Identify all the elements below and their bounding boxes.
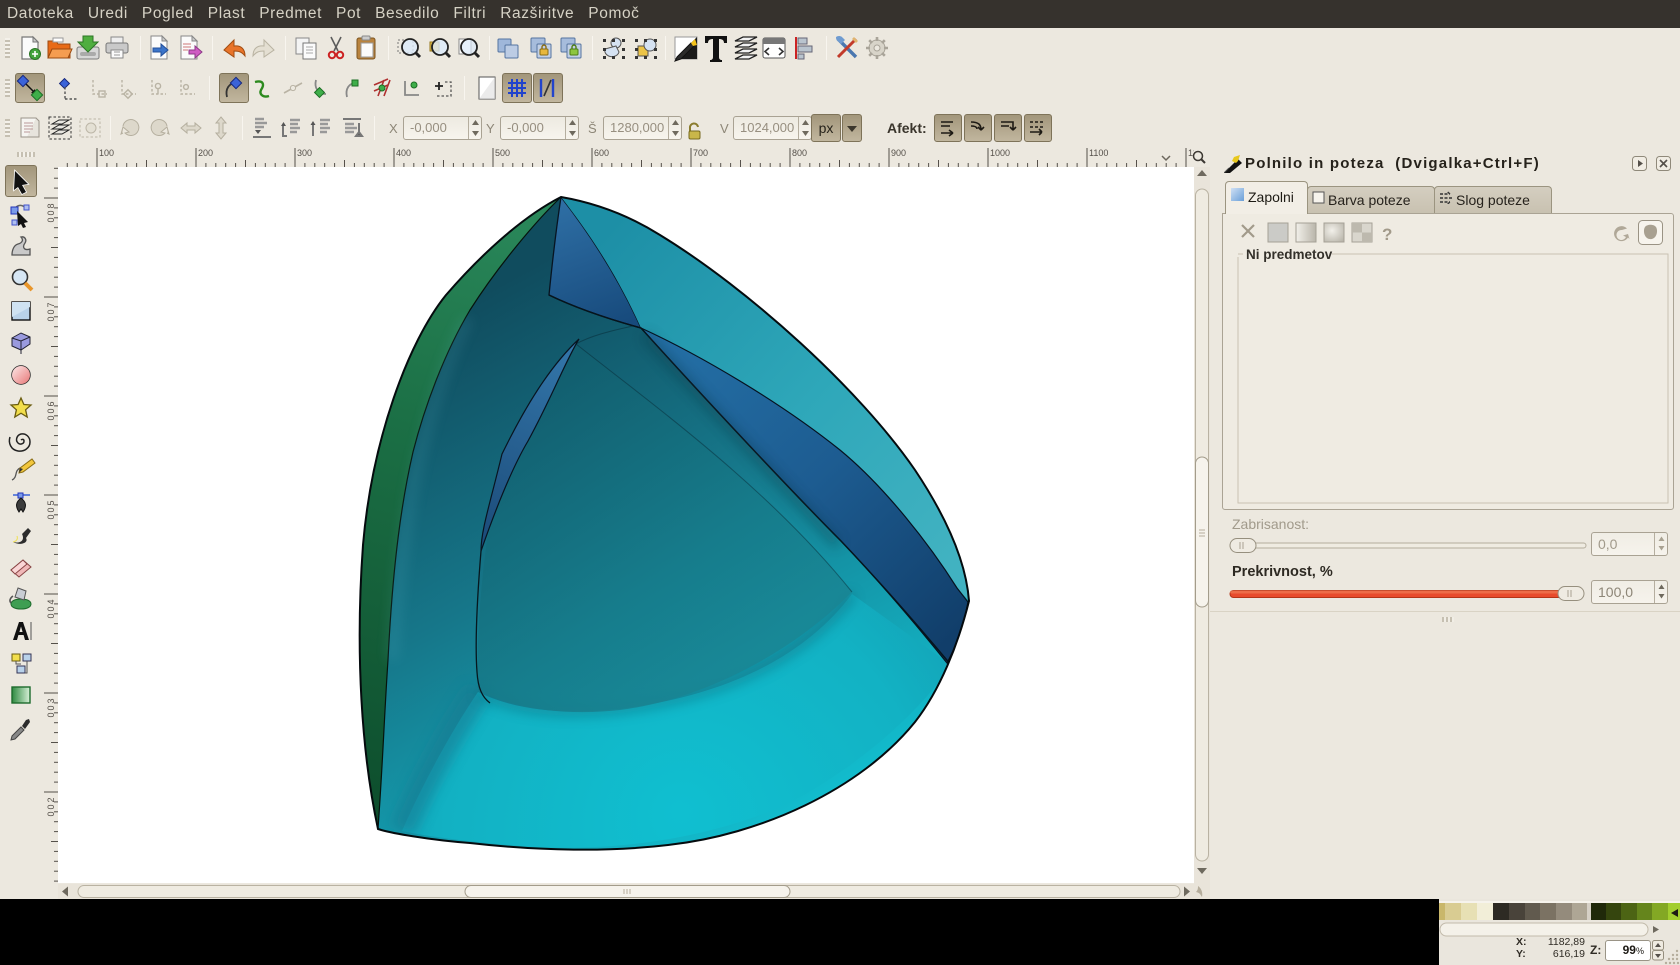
svg-text:800: 800 <box>792 148 807 158</box>
svg-text:300: 300 <box>297 148 312 158</box>
svg-text:0: 0 <box>46 507 56 512</box>
svg-text:0: 0 <box>46 316 56 321</box>
svg-text:0: 0 <box>46 408 56 413</box>
svg-text:2: 2 <box>46 797 56 802</box>
svg-text:?: ? <box>1382 225 1392 244</box>
svg-text:0: 0 <box>46 712 56 717</box>
svg-text:0: 0 <box>46 514 56 519</box>
svg-text:6: 6 <box>46 401 56 406</box>
svg-text:1000: 1000 <box>990 148 1010 158</box>
svg-text:1100: 1100 <box>1089 148 1108 158</box>
svg-text:0: 0 <box>46 217 56 222</box>
svg-text:7: 7 <box>46 302 56 307</box>
svg-text:0: 0 <box>46 811 56 816</box>
svg-text:0: 0 <box>46 613 56 618</box>
svg-text:0: 0 <box>46 705 56 710</box>
svg-text:4: 4 <box>46 599 56 604</box>
svg-text:0: 0 <box>46 415 56 420</box>
svg-text:0: 0 <box>46 210 56 215</box>
svg-text:200: 200 <box>198 148 213 158</box>
svg-text:0: 0 <box>46 804 56 809</box>
svg-text:5: 5 <box>46 500 56 505</box>
svg-text:3: 3 <box>46 698 56 703</box>
svg-text:500: 500 <box>495 148 510 158</box>
svg-text:Ni predmetov: Ni predmetov <box>1246 247 1333 262</box>
svg-text:100: 100 <box>99 148 114 158</box>
svg-text:0: 0 <box>46 606 56 611</box>
svg-text:600: 600 <box>594 148 609 158</box>
svg-text:0: 0 <box>46 309 56 314</box>
svg-text:400: 400 <box>396 148 411 158</box>
svg-text:700: 700 <box>693 148 708 158</box>
svg-text:900: 900 <box>891 148 906 158</box>
svg-text:8: 8 <box>46 203 56 208</box>
